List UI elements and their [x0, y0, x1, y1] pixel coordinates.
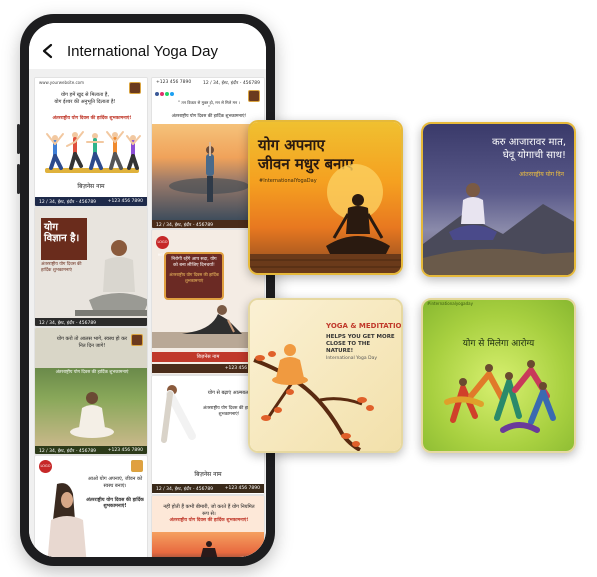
- card-footer: 12 / 34, ईस्ट, इंदौर - 456789 +123 456 7…: [35, 446, 147, 454]
- logo-icon: [131, 460, 143, 472]
- tree-meditation-illustration: [253, 344, 374, 451]
- phone-screen: International Yoga Day www.yourwebsite.c…: [29, 23, 266, 557]
- template-card[interactable]: योग करो तो आलस भागे, स्वस्थ हो कर नित दि…: [34, 327, 148, 455]
- template-card[interactable]: www.yourwebsite.com योग हमें खुद से मिला…: [34, 77, 148, 207]
- card-footer: 12 / 34, ईस्ट, इंदौर - 456789 +123 456 7…: [35, 197, 147, 206]
- text-panel: योग करो तो आलस भागे, स्वस्थ हो कर नित दि…: [35, 328, 147, 368]
- yoga-poses-collage: [444, 360, 556, 433]
- instagram-icon: [160, 92, 164, 96]
- post-yoga-meditation[interactable]: YOGA & MEDITATION HELPS YOU GET MORE CLO…: [248, 298, 403, 453]
- template-card[interactable]: नहीं होती हैं कभी बीमारी, जो करते हैं यो…: [151, 495, 265, 557]
- arrow-left-icon[interactable]: [39, 42, 57, 60]
- template-card[interactable]: योग विज्ञान है। अंतरराष्ट्रीय योग दिवस क…: [34, 207, 148, 327]
- card-heading: अंतरराष्ट्रीय योग दिवस की हार्दिक शुभकाम…: [169, 271, 219, 283]
- card-heading: अंतरराष्ट्रीय योग दिवस की हार्दिक शुभकाम…: [169, 518, 249, 523]
- footer-address: 12 / 34, ईस्ट, इंदौर - 456789: [39, 449, 97, 454]
- page-title: International Yoga Day: [67, 42, 218, 60]
- post-mountain-yoga[interactable]: करु आजारावर मात, घेवू योगाची साथ! आंतररा…: [421, 122, 576, 277]
- twitter-icon: [170, 92, 174, 96]
- card-quote: योग करो तो आलस भागे, स्वस्थ हो कर नित दि…: [56, 336, 128, 349]
- meditating-woman-on-rock: [423, 183, 574, 275]
- sunset-photo: [152, 532, 264, 557]
- header-phone: +123 456 7890: [156, 80, 192, 85]
- text-box: निरोगी रहेंगे आप सदा, योग को बना लीजिए द…: [164, 252, 224, 300]
- card-heading: अंतरराष्ट्रीय योग दिवस की हार्दिक शुभकाम…: [86, 498, 144, 510]
- meditating-woman-figure: [70, 392, 114, 438]
- card-quote: निरोगी रहेंगे आप सदा, योग को बना लीजिए द…: [171, 257, 217, 268]
- footer-phone: +123 456 7890: [107, 448, 143, 453]
- card-heading: अंतरराष्ट्रीय योग दिवस की हार्दिक शुभकाम…: [55, 370, 129, 375]
- phone-frame: International Yoga Day www.yourwebsite.c…: [17, 14, 278, 566]
- facebook-icon: [155, 92, 159, 96]
- card-header: +123 456 7890 12 / 34, ईस्ट, इंदौर - 456…: [152, 78, 264, 87]
- post-sunset-yoga[interactable]: योग अपनाए जीवन मधुर बनाए #InternationalY…: [248, 120, 403, 275]
- logo-icon: [248, 90, 260, 102]
- meditating-figure-silhouette: [250, 164, 401, 273]
- footer-phone: +123 456 7890: [224, 486, 260, 491]
- volume-button: [17, 164, 20, 194]
- post-yoga-health[interactable]: #internationalyogaday योग से मिलेगा आरोग…: [421, 298, 576, 453]
- whatsapp-icon: [165, 92, 169, 96]
- card-footer: 12 / 34, ईस्ट, इंदौर - 456789: [35, 318, 147, 326]
- volume-button: [17, 124, 20, 154]
- footer-address: 12 / 34, ईस्ट, इंदौर - 456789: [156, 487, 214, 492]
- footer-phone: +123 456 7890: [107, 199, 143, 204]
- header-address: 12 / 34, ईस्ट, इंदौर - 456789: [202, 81, 260, 86]
- card-quote: आओ योग अपनाएं, जीवन को स्वस्थ बनाएं।: [87, 476, 143, 489]
- logo-badge: LOGO: [39, 460, 52, 473]
- logo-badge: LOGO HERE: [156, 236, 169, 257]
- yoga-group-illustration: [45, 131, 141, 173]
- app-bar: International Yoga Day: [29, 23, 266, 69]
- template-card[interactable]: LOGO आओ योग अपनाएं, जीवन को स्वस्थ बनाएं…: [34, 455, 148, 557]
- card-quote: योग हमें खुद से मिलाता है, योग ईश्वर की …: [54, 92, 116, 105]
- card-quote: “ तन विकार से मुक्त हो, मन से मिले मन । …: [178, 100, 240, 111]
- template-feed[interactable]: www.yourwebsite.com योग हमें खुद से मिला…: [29, 69, 266, 557]
- business-name: बिज़नेस नाम: [194, 471, 222, 478]
- sitting-woman-figure: [47, 483, 87, 557]
- forest-photo: अंतरराष्ट्रीय योग दिवस की हार्दिक शुभकाम…: [35, 368, 147, 446]
- footer-address: 12 / 34, ईस्ट, इंदौर - 456789: [39, 200, 97, 205]
- business-name: बिज़नेस नाम: [77, 183, 105, 190]
- logo-icon: [131, 334, 143, 346]
- card-footer: 12 / 34, ईस्ट, इंदौर - 456789 +123 456 7…: [152, 484, 264, 493]
- stretching-woman-figure: [161, 385, 196, 443]
- meditating-silhouette: [200, 541, 218, 557]
- card-quote: नहीं होती हैं कभी बीमारी, जो करते हैं यो…: [163, 504, 255, 517]
- meditating-man-figure: [75, 240, 147, 316]
- logo-icon: [129, 82, 141, 94]
- card-heading: अंतरराष्ट्रीय योग दिवस की हार्दिक शुभकाम…: [171, 114, 247, 119]
- social-icons: [155, 92, 174, 96]
- card-heading: अंतरराष्ट्रीय योग दिवस की हार्दिक शुभकाम…: [52, 116, 132, 121]
